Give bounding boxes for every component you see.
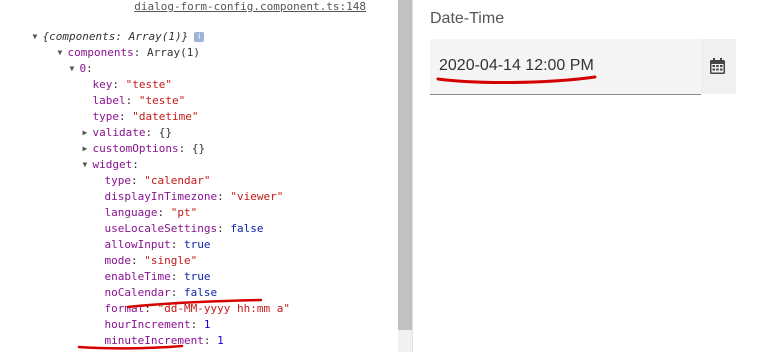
prop-widget[interactable]: ▼ widget: (56, 141, 139, 171)
widget-useLocaleSettings: useLocaleSettings: false (104, 222, 264, 235)
datetime-input-wrapper[interactable] (430, 39, 701, 95)
widget-enableTime: enableTime: true (104, 270, 211, 283)
index-row[interactable]: ▼ 0: (43, 45, 93, 75)
console-scrollbar-thumb[interactable] (398, 0, 412, 330)
widget-minuteIncrement: minuteIncrement: 1 (104, 334, 224, 347)
prop-customOptions[interactable]: ▶ customOptions: {} (56, 125, 206, 155)
prop-key: key: "teste" (92, 78, 172, 91)
widget-format: format: "dd-MM-yyyy hh:mm a" (104, 302, 290, 315)
datetime-field-label: Date-Time (430, 10, 505, 27)
prop-validate[interactable]: ▶ validate: {} (56, 109, 172, 139)
devtools-console-output: dialog-form-config.component.ts:148 ▼ {co… (0, 0, 398, 352)
prop-label: label: "teste" (92, 94, 186, 107)
widget-hourIncrement: hourIncrement: 1 (104, 318, 211, 331)
widget-noCalendar: noCalendar: false (104, 286, 218, 299)
widget-allowInput: allowInput: true (104, 238, 211, 251)
calendar-icon[interactable] (710, 58, 725, 74)
widget-mode: mode: "single" (104, 254, 198, 267)
prop-type: type: "datetime" (92, 110, 199, 123)
calendar-button[interactable] (701, 39, 736, 94)
widget-type: type: "calendar" (104, 174, 211, 187)
widget-language: language: "pt" (104, 206, 198, 219)
object-root-row[interactable]: ▼ {components: Array(1)} i (6, 13, 205, 43)
components-row[interactable]: ▼ components: Array(1) (31, 29, 200, 59)
form-preview-panel: Date-Time (413, 0, 766, 352)
widget-time_24hr: time_24hr: true (78, 333, 204, 352)
datetime-input[interactable] (439, 55, 689, 77)
widget-displayInTimezone: displayInTimezone: "viewer" (104, 190, 284, 203)
